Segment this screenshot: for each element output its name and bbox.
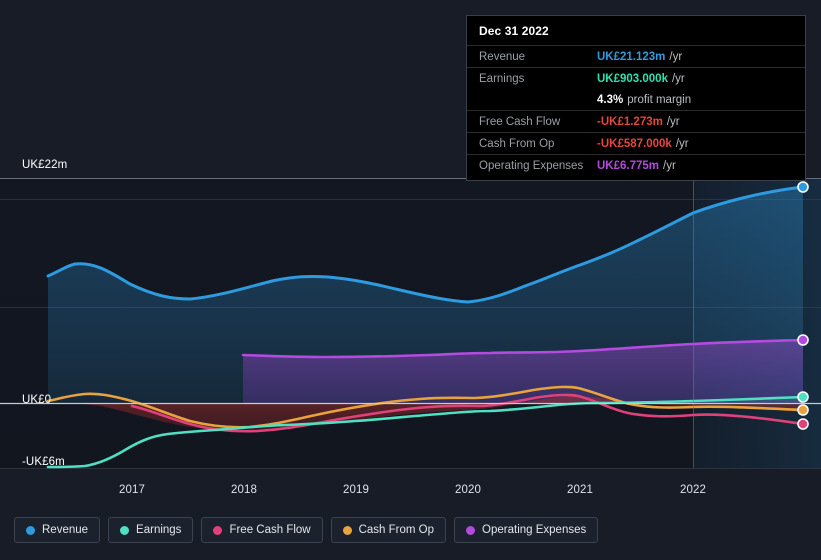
y-axis-label-max: UK£22m (22, 159, 68, 171)
legend-label-cash-from-op: Cash From Op (358, 524, 435, 536)
tooltip-value-operating-expenses: UK£6.775m (597, 159, 660, 172)
opex-endpoint (797, 334, 809, 346)
tooltip-value-cash-from-op: -UK£587.000k (597, 137, 672, 150)
y-axis-label-min: -UK£6m (22, 456, 65, 468)
revenue-color-dot (26, 525, 35, 535)
free-cash-flow-endpoint (797, 418, 809, 430)
x-axis-label-2021: 2021 (567, 484, 593, 496)
tooltip-row-cash-from-op: Cash From Op -UK£587.000k /yr (467, 132, 805, 154)
data-tooltip: Dec 31 2022 Revenue UK£21.123m /yr Earni… (466, 15, 806, 181)
tooltip-unit-profit-margin: profit margin (627, 93, 692, 106)
y-axis-label-zero: UK£0 (22, 394, 52, 406)
tooltip-key-revenue: Revenue (479, 50, 526, 63)
legend-item-free-cash-flow[interactable]: Free Cash Flow (201, 517, 323, 543)
chart-legend: Revenue Earnings Free Cash Flow Cash Fro… (14, 517, 599, 543)
revenue-endpoint (797, 181, 809, 193)
legend-item-cash-from-op[interactable]: Cash From Op (330, 517, 447, 543)
tooltip-key-cash-from-op: Cash From Op (479, 137, 555, 150)
tooltip-unit-revenue: /yr (669, 50, 683, 63)
legend-item-operating-expenses[interactable]: Operating Expenses (454, 517, 599, 543)
tooltip-unit-free-cash-flow: /yr (666, 115, 680, 128)
legend-item-earnings[interactable]: Earnings (108, 517, 194, 543)
legend-label-revenue: Revenue (42, 524, 89, 536)
earnings-endpoint (797, 391, 809, 403)
tooltip-key-earnings: Earnings (479, 72, 525, 85)
tooltip-value-revenue: UK£21.123m (597, 50, 666, 63)
tooltip-unit-operating-expenses: /yr (663, 159, 676, 172)
tooltip-key-free-cash-flow: Free Cash Flow (479, 115, 561, 128)
legend-label-free-cash-flow: Free Cash Flow (229, 524, 311, 536)
free-cash-flow-color-dot (213, 525, 223, 535)
cash-from-op-endpoint (797, 404, 809, 416)
tooltip-key-operating-expenses: Operating Expenses (479, 159, 584, 172)
tooltip-row-revenue: Revenue UK£21.123m /yr (467, 45, 805, 67)
tooltip-value-free-cash-flow: -UK£1.273m (597, 115, 663, 128)
tooltip-row-operating-expenses: Operating Expenses UK£6.775m /yr (467, 154, 805, 176)
legend-label-operating-expenses: Operating Expenses (482, 524, 587, 536)
tooltip-value-earnings: UK£903.000k (597, 72, 668, 85)
tooltip-title: Dec 31 2022 (479, 24, 549, 38)
operating-expenses-color-dot (466, 525, 476, 535)
legend-label-earnings: Earnings (136, 524, 182, 536)
tooltip-row-free-cash-flow: Free Cash Flow -UK£1.273m /yr (467, 110, 805, 132)
x-axis-label-2020: 2020 (455, 484, 481, 496)
tooltip-row-profit-margin: 4.3% profit margin (467, 89, 805, 110)
legend-item-revenue[interactable]: Revenue (14, 517, 101, 543)
x-axis-label-2019: 2019 (343, 484, 369, 496)
tooltip-unit-earnings: /yr (671, 72, 685, 85)
x-axis-label-2022: 2022 (680, 484, 706, 496)
earnings-color-dot (120, 525, 130, 535)
x-axis-label-2017: 2017 (119, 484, 145, 496)
x-axis-label-2018: 2018 (231, 484, 257, 496)
cash-from-op-color-dot (342, 525, 352, 535)
tooltip-unit-cash-from-op: /yr (675, 137, 689, 150)
tooltip-row-earnings: Earnings UK£903.000k /yr (467, 67, 805, 89)
tooltip-value-profit-margin: 4.3% (597, 93, 624, 106)
